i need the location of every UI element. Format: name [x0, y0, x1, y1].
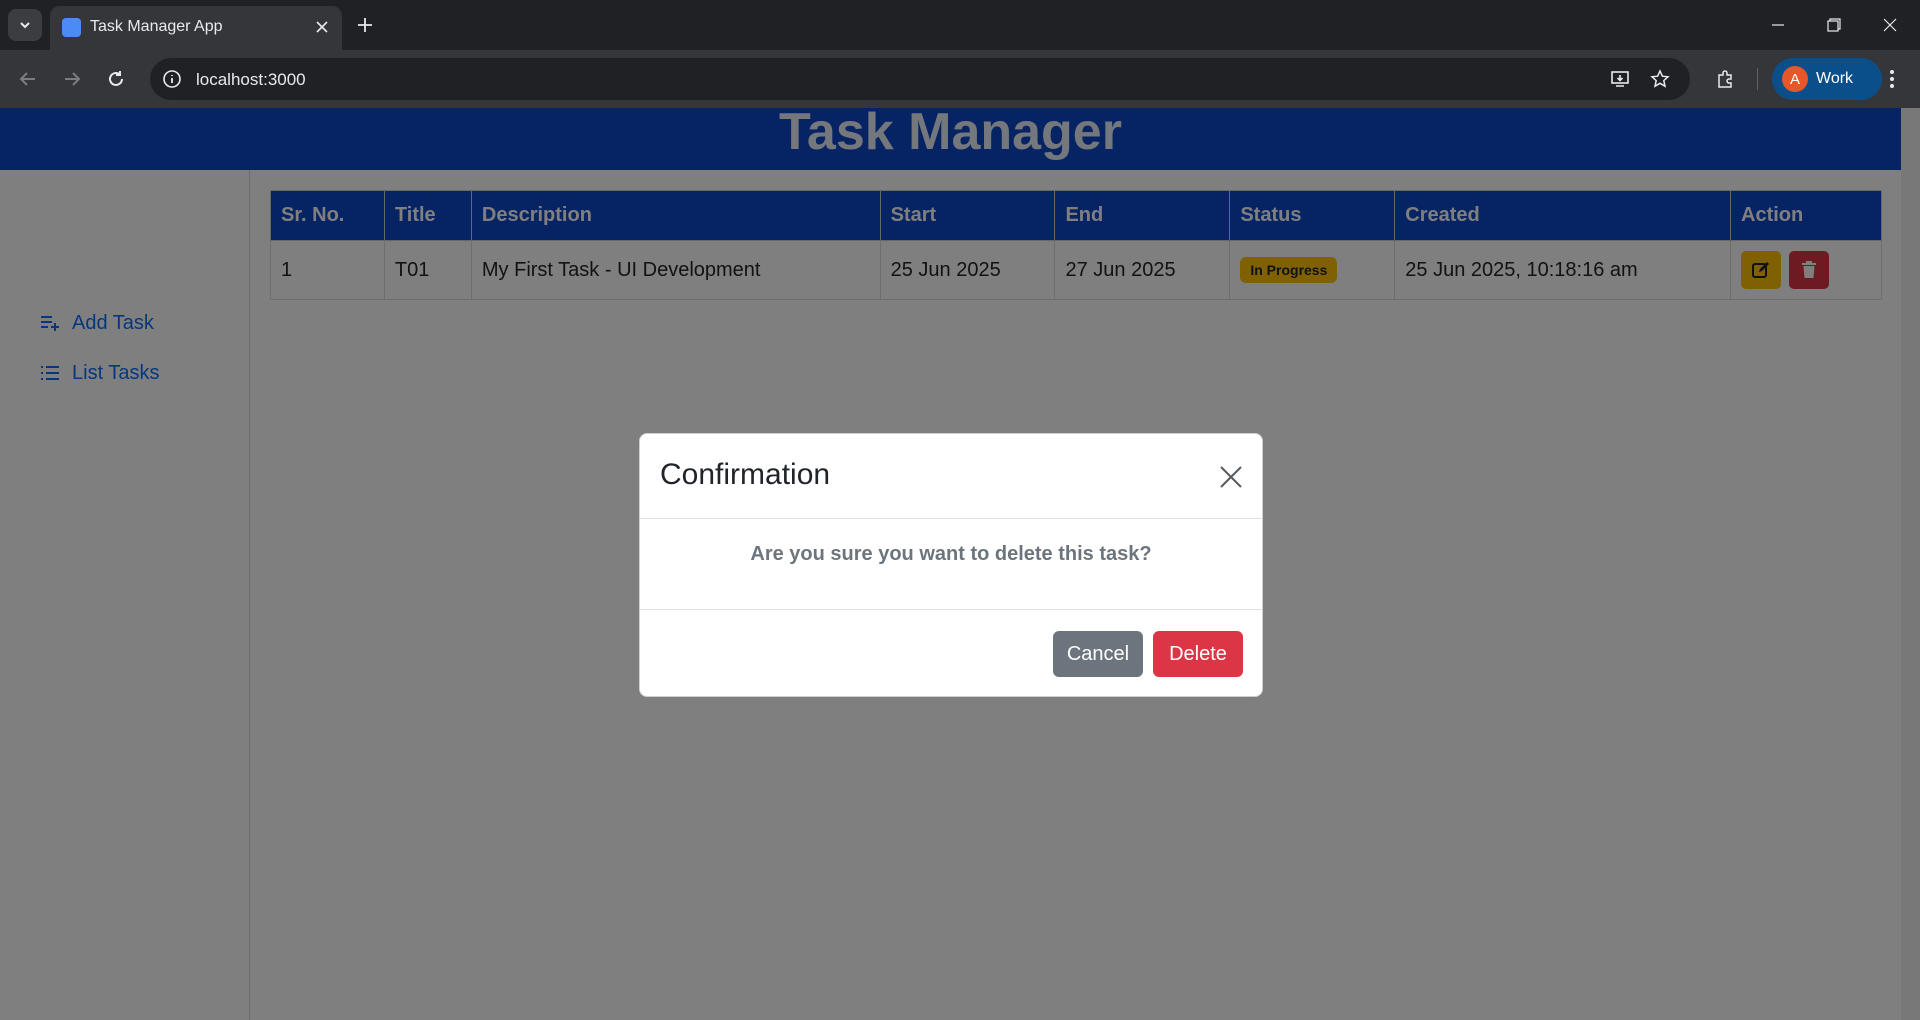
new-tab-button[interactable]	[350, 10, 380, 40]
url-text[interactable]: localhost:3000	[196, 70, 306, 90]
toolbar-divider	[1757, 68, 1758, 90]
extensions-button[interactable]	[1709, 63, 1741, 95]
dialog-title: Confirmation	[660, 458, 831, 491]
arrow-right-icon	[65, 72, 81, 86]
cancel-button[interactable]: Cancel	[1053, 631, 1143, 677]
close-icon	[316, 21, 328, 33]
close-window-button[interactable]	[1862, 0, 1918, 50]
browser-menu-button[interactable]	[1876, 63, 1908, 95]
dialog-message: Are you sure you want to delete this tas…	[750, 543, 1152, 565]
minimize-button[interactable]	[1750, 0, 1806, 50]
browser-tab[interactable]: Task Manager App	[50, 6, 342, 50]
tab-search-button[interactable]	[8, 9, 42, 41]
chevron-down-icon	[20, 22, 30, 29]
dialog-body: Are you sure you want to delete this tas…	[640, 519, 1262, 610]
restore-button[interactable]	[1806, 0, 1862, 50]
bookmark-star-icon[interactable]	[1648, 67, 1672, 91]
profile-label: Work	[1816, 70, 1854, 87]
confirmation-dialog: Confirmation Are you sure you want to de…	[639, 433, 1263, 697]
more-vert-icon	[1890, 70, 1894, 88]
puzzle-icon	[1718, 70, 1732, 88]
dialog-close-button[interactable]	[1216, 462, 1246, 492]
plus-icon	[358, 18, 372, 32]
delete-button[interactable]: Delete	[1153, 631, 1243, 677]
browser-toolbar: localhost:3000 A Work	[0, 50, 1920, 108]
page-viewport: Task Manager Add Task List Tasks Sr. No.…	[0, 108, 1920, 1020]
avatar: A	[1782, 66, 1808, 92]
reload-icon	[109, 71, 123, 86]
arrow-left-icon	[19, 72, 35, 86]
restore-icon	[1827, 18, 1841, 32]
dialog-header: Confirmation	[640, 434, 1262, 519]
address-bar[interactable]: localhost:3000	[150, 58, 1690, 100]
browser-titlebar: Task Manager App	[0, 0, 1920, 50]
install-app-icon[interactable]	[1608, 67, 1632, 91]
tab-close-button[interactable]	[310, 15, 334, 39]
back-button[interactable]	[12, 63, 44, 95]
dialog-footer: Cancel Delete	[640, 610, 1262, 698]
app-favicon-icon	[62, 18, 81, 37]
reload-button[interactable]	[100, 63, 132, 95]
site-info-icon[interactable]	[160, 67, 184, 91]
profile-button[interactable]: A Work	[1772, 58, 1882, 100]
close-icon	[1883, 18, 1897, 32]
forward-button[interactable]	[56, 63, 88, 95]
close-icon	[1220, 466, 1242, 488]
minimize-icon	[1772, 24, 1784, 26]
tab-title: Task Manager App	[90, 18, 223, 35]
